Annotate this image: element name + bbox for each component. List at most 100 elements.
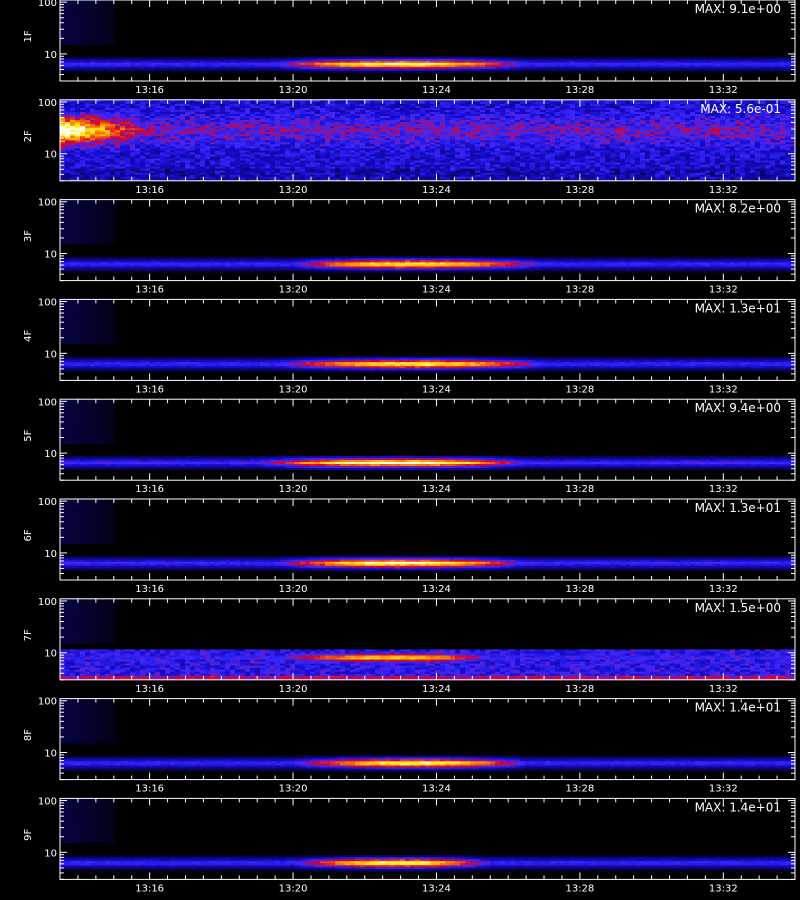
- heatmap-cell: [215, 109, 221, 113]
- heatmap-cell: [665, 60, 671, 64]
- heatmap-cell: [125, 120, 131, 123]
- heatmap-cell: [70, 2, 76, 5]
- heatmap-cell: [200, 107, 206, 111]
- heatmap-cell: [205, 126, 211, 129]
- heatmap-cell: [255, 160, 261, 163]
- heatmap-cell: [280, 101, 286, 105]
- heatmap-cell: [140, 56, 146, 60]
- heatmap-cell: [70, 134, 76, 137]
- heatmap-cell: [490, 58, 496, 62]
- heatmap-cell: [215, 140, 221, 143]
- heatmap-cell: [400, 160, 406, 163]
- heatmap-cell: [90, 32, 96, 35]
- heatmap-cell: [60, 62, 66, 66]
- heatmap-cell: [385, 64, 391, 68]
- heatmap-cell: [470, 132, 476, 135]
- heatmap-cell: [490, 132, 496, 135]
- heatmap-cell: [130, 144, 136, 147]
- heatmap-cell: [700, 64, 706, 68]
- heatmap-cell: [230, 164, 236, 167]
- heatmap-cell: [205, 176, 211, 180]
- heatmap-cell: [305, 154, 311, 157]
- heatmap-cell: [105, 132, 111, 135]
- heatmap-cell: [145, 70, 151, 74]
- heatmap-cell: [445, 122, 451, 125]
- heatmap-cell: [355, 64, 361, 68]
- heatmap-cell: [370, 166, 376, 169]
- heatmap-cell: [165, 160, 171, 163]
- heatmap-cell: [80, 8, 86, 11]
- heatmap-cell: [110, 20, 116, 23]
- heatmap-cell: [250, 144, 256, 147]
- heatmap-cell: [330, 62, 336, 66]
- heatmap-cell: [575, 56, 581, 60]
- heatmap-cell: [285, 164, 291, 167]
- heatmap-cell: [185, 68, 191, 72]
- heatmap-cell: [80, 158, 86, 161]
- heatmap-cell: [350, 118, 356, 121]
- heatmap-cell: [450, 136, 456, 139]
- heatmap-cell: [485, 132, 491, 135]
- heatmap-cell: [475, 58, 481, 62]
- heatmap-cell: [225, 66, 231, 70]
- heatmap-cell: [720, 58, 726, 62]
- heatmap-cell: [320, 128, 326, 131]
- heatmap-cell: [495, 122, 501, 125]
- heatmap-cell: [305, 148, 311, 151]
- heatmap-cell: [100, 138, 106, 141]
- heatmap-cell: [215, 134, 221, 137]
- heatmap-cell: [140, 64, 146, 68]
- heatmap-cell: [345, 156, 351, 159]
- heatmap-cell: [435, 146, 441, 149]
- heatmap-cell: [375, 64, 381, 68]
- heatmap-cell: [360, 56, 366, 60]
- heatmap-cell: [555, 64, 561, 68]
- heatmap-cell: [405, 64, 411, 68]
- heatmap-cell: [60, 142, 66, 145]
- heatmap-cell: [495, 111, 501, 115]
- heatmap-cell: [300, 111, 306, 115]
- heatmap-cell: [475, 66, 481, 70]
- heatmap-cell: [280, 120, 286, 123]
- heatmap-cell: [220, 128, 226, 131]
- heatmap-cell: [440, 150, 446, 153]
- heatmap-cell: [340, 142, 346, 145]
- heatmap-cell: [185, 138, 191, 141]
- heatmap-cell: [400, 158, 406, 161]
- heatmap-cell: [115, 113, 121, 117]
- heatmap-cell: [265, 154, 271, 157]
- heatmap-cell: [425, 150, 431, 153]
- heatmap-cell: [130, 162, 136, 165]
- heatmap-cell: [435, 132, 441, 135]
- heatmap-cell: [355, 128, 361, 131]
- heatmap-cell: [290, 56, 296, 60]
- heatmap-cell: [75, 70, 81, 74]
- heatmap-cell: [80, 14, 86, 17]
- heatmap-cell: [445, 150, 451, 153]
- heatmap-cell: [285, 172, 291, 176]
- heatmap-cell: [390, 174, 396, 178]
- heatmap-cell: [375, 126, 381, 129]
- heatmap-cell: [490, 60, 496, 64]
- heatmap-cell: [590, 66, 596, 70]
- heatmap-cell: [315, 136, 321, 139]
- heatmap-cell: [180, 164, 186, 167]
- heatmap-cell: [475, 107, 481, 111]
- heatmap-cell: [70, 172, 76, 176]
- heatmap-cell: [145, 160, 151, 163]
- heatmap-cell: [435, 120, 441, 123]
- heatmap-cell: [745, 70, 751, 74]
- heatmap-cell: [370, 116, 376, 119]
- heatmap-cell: [180, 158, 186, 161]
- heatmap-cell: [600, 70, 606, 74]
- heatmap-cell: [235, 158, 241, 161]
- heatmap-cell: [255, 148, 261, 151]
- heatmap-cell: [145, 146, 151, 149]
- heatmap-cell: [105, 168, 111, 171]
- x-tick-label: 13:28: [565, 85, 594, 96]
- heatmap-cell: [355, 62, 361, 66]
- heatmap-cell: [340, 68, 346, 72]
- heatmap-cell: [495, 60, 501, 64]
- heatmap-cell: [75, 58, 81, 62]
- heatmap-cell: [330, 126, 336, 129]
